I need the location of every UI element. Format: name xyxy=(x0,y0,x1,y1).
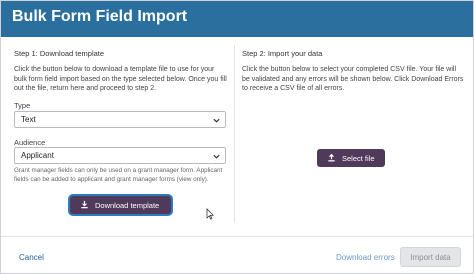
download-template-button[interactable]: Download template xyxy=(70,196,171,214)
type-label: Type xyxy=(14,101,31,110)
step1-description: Click the button below to download a tem… xyxy=(14,66,227,92)
footer-divider xyxy=(1,236,473,237)
audience-hint: Grant manager fields can only be used on… xyxy=(14,167,223,183)
mouse-cursor-icon xyxy=(206,208,214,220)
audience-select[interactable]: Applicant xyxy=(14,147,226,164)
column-divider xyxy=(234,45,235,223)
select-file-label: Select file xyxy=(342,154,375,163)
download-errors-link[interactable]: Download errors xyxy=(336,253,395,262)
modal-title: Bulk Form Field Import xyxy=(12,8,188,25)
upload-icon xyxy=(328,153,335,162)
audience-label: Audience xyxy=(14,138,46,147)
import-data-label: Import data xyxy=(410,253,451,262)
chevron-down-icon xyxy=(213,154,220,159)
select-file-button[interactable]: Select file xyxy=(317,149,385,167)
download-template-label: Download template xyxy=(95,201,160,210)
modal-header: Bulk Form Field Import xyxy=(1,1,473,37)
import-data-button[interactable]: Import data xyxy=(400,247,461,267)
step1-title: Step 1: Download template xyxy=(14,49,105,58)
audience-select-value: Applicant xyxy=(21,151,54,160)
step2-title: Step 2: Import your data xyxy=(242,49,323,58)
type-select-value: Text xyxy=(21,115,36,124)
download-icon xyxy=(81,200,88,209)
bulk-import-modal: Bulk Form Field Import Step 1: Download … xyxy=(0,0,474,274)
cancel-link[interactable]: Cancel xyxy=(19,253,44,262)
chevron-down-icon xyxy=(213,118,220,123)
type-select[interactable]: Text xyxy=(14,111,226,128)
step2-description: Click the button below to select your co… xyxy=(242,66,464,92)
